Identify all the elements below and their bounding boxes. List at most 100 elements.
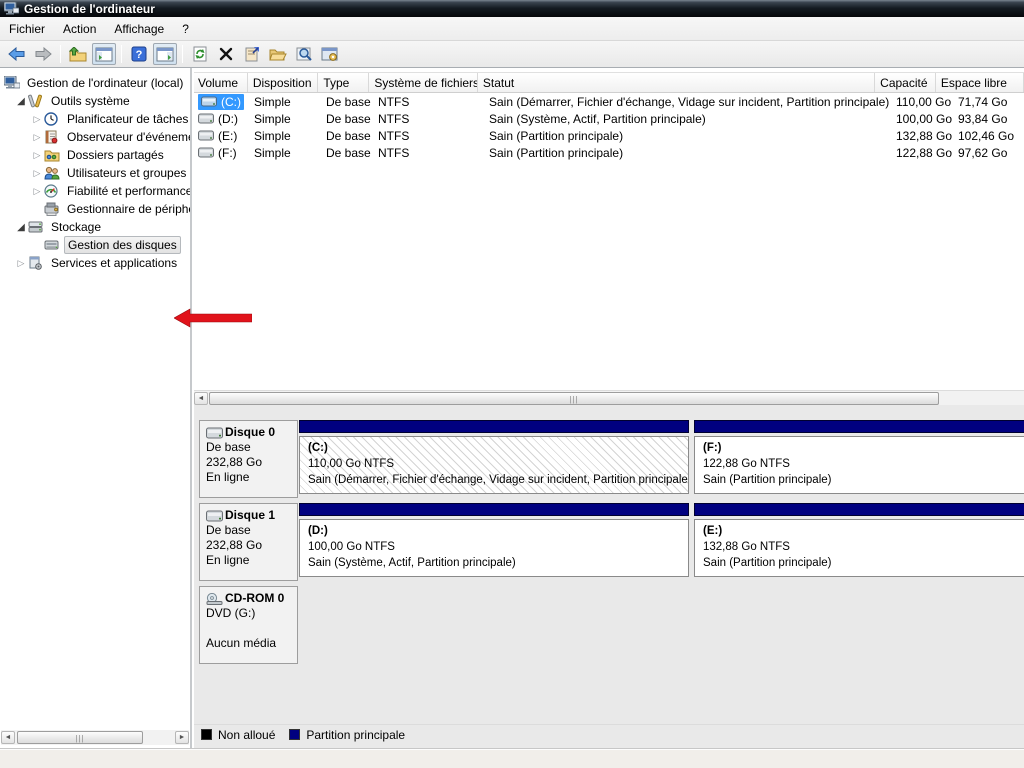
menu-affichage[interactable]: Affichage xyxy=(105,19,173,39)
tree-item-label: Utilisateurs et groupes locaux xyxy=(64,165,190,181)
volume-row-f[interactable]: (F:) Simple De base NTFS Sain (Partition… xyxy=(194,144,1024,161)
cdrom-label-block[interactable]: CD-ROM 0 DVD (G:) Aucun média xyxy=(199,586,298,664)
scrollbar-thumb[interactable]: ||| xyxy=(17,731,143,744)
tree-item-computer-management[interactable]: Gestion de l'ordinateur (local) xyxy=(0,74,190,92)
collapse-expander-icon[interactable]: ◢ xyxy=(14,222,28,233)
find-button[interactable] xyxy=(292,43,316,65)
scrollbar-grip: ||| xyxy=(569,395,578,404)
disk1-label-block[interactable]: Disque 1 De base 232,88 Go En ligne xyxy=(199,503,298,581)
tree-item-gestionnaire-de-peripheriques[interactable]: ▷ Gestionnaire de périphériques xyxy=(0,200,190,218)
tree-item-services-et-applications[interactable]: ▷ Services et applications xyxy=(0,254,190,272)
scroll-left-button[interactable]: ◄ xyxy=(1,731,15,744)
scroll-left-button[interactable]: ◄ xyxy=(194,392,208,405)
volume-row-c[interactable]: (C:) Simple De base NTFS Sain (Démarrer,… xyxy=(194,93,1024,110)
expand-expander-icon[interactable]: ▷ xyxy=(14,258,28,269)
console-tree-icon xyxy=(95,47,113,62)
properties-button[interactable] xyxy=(240,43,264,65)
window-computer-icon xyxy=(4,2,19,15)
partition-status: Sain (Partition principale) xyxy=(703,555,1024,571)
partition-size: 110,00 Go NTFS xyxy=(308,456,688,472)
cell-filesystem: NTFS xyxy=(373,146,484,160)
tree-item-planificateur-de-taches[interactable]: ▷ Planificateur de tâches xyxy=(0,110,190,128)
open-icon xyxy=(269,47,287,61)
partition-color-strip xyxy=(694,420,1024,433)
cell-disposition: Simple xyxy=(249,146,321,160)
column-header-type[interactable]: Type xyxy=(318,73,369,92)
volume-icon xyxy=(201,96,217,107)
partition-e[interactable]: (E:) 132,88 Go NTFS Sain (Partition prin… xyxy=(694,503,1024,581)
tree-hscrollbar[interactable]: ◄ ||| ► xyxy=(1,730,189,745)
menu-help[interactable]: ? xyxy=(173,19,198,39)
disk0-label-block[interactable]: Disque 0 De base 232,88 Go En ligne xyxy=(199,420,298,498)
column-header-filesystem[interactable]: Système de fichiers xyxy=(369,73,478,92)
menu-fichier[interactable]: Fichier xyxy=(0,19,54,39)
expand-expander-icon[interactable]: ▷ xyxy=(30,168,44,179)
expand-expander-icon[interactable]: ▷ xyxy=(30,114,44,125)
delete-button[interactable] xyxy=(214,43,238,65)
partition-f[interactable]: (F:) 122,88 Go NTFS Sain (Partition prin… xyxy=(694,420,1024,498)
cell-espace-libre: 93,84 Go xyxy=(953,112,1024,126)
help-icon: ? xyxy=(131,46,147,62)
volume-row-d[interactable]: (D:) Simple De base NTFS Sain (Système, … xyxy=(194,110,1024,127)
scrollbar-thumb[interactable]: ||| xyxy=(209,392,939,405)
column-header-disposition[interactable]: Disposition xyxy=(248,73,319,92)
disk-name: Disque 0 xyxy=(225,425,275,440)
services-icon xyxy=(28,256,44,270)
cell-filesystem: NTFS xyxy=(373,112,484,126)
tree-item-dossiers-partages[interactable]: ▷ Dossiers partagés xyxy=(0,146,190,164)
collapse-expander-icon[interactable]: ◢ xyxy=(14,96,28,107)
graphical-view: Disque 0 De base 232,88 Go En ligne (C:)… xyxy=(194,405,1024,748)
volume-row-e[interactable]: (E:) Simple De base NTFS Sain (Partition… xyxy=(194,127,1024,144)
legend-primary-partition-swatch xyxy=(289,729,300,740)
column-header-statut[interactable]: Statut xyxy=(478,73,875,92)
volume-icon xyxy=(198,130,214,141)
up-folder-icon xyxy=(69,47,87,62)
menu-action[interactable]: Action xyxy=(54,19,105,39)
tree-item-outils-systeme[interactable]: ◢ Outils système xyxy=(0,92,190,110)
partition-status: Sain (Partition principale) xyxy=(703,472,1024,488)
cell-espace-libre: 97,62 Go xyxy=(953,146,1024,160)
volume-name: (C:) xyxy=(221,95,241,109)
tree-item-observateur-evenements[interactable]: ▷ Observateur d'événements xyxy=(0,128,190,146)
partition-d[interactable]: (D:) 100,00 Go NTFS Sain (Système, Actif… xyxy=(299,503,689,581)
cell-statut: Sain (Démarrer, Fichier d'échange, Vidag… xyxy=(484,95,891,109)
tree-item-label: Stockage xyxy=(48,219,104,235)
computer-icon xyxy=(4,76,20,90)
expand-expander-icon[interactable]: ▷ xyxy=(30,132,44,143)
show-action-pane-button[interactable] xyxy=(153,43,177,65)
find-icon xyxy=(296,46,313,62)
disk-type: De base xyxy=(206,440,295,455)
expand-expander-icon[interactable]: ▷ xyxy=(30,186,44,197)
column-header-espace-libre[interactable]: Espace libre xyxy=(936,73,1024,92)
title-bar[interactable]: Gestion de l'ordinateur xyxy=(0,0,1024,17)
tools-icon xyxy=(28,94,44,108)
event-log-icon xyxy=(44,130,60,144)
delete-icon xyxy=(219,47,233,61)
forward-button[interactable] xyxy=(31,43,55,65)
up-folder-button[interactable] xyxy=(66,43,90,65)
legend-unallocated-swatch xyxy=(201,729,212,740)
customize-button[interactable] xyxy=(318,43,342,65)
tree-item-utilisateurs-et-groupes[interactable]: ▷ Utilisateurs et groupes locaux xyxy=(0,164,190,182)
expand-expander-icon[interactable]: ▷ xyxy=(30,150,44,161)
scroll-right-button[interactable]: ► xyxy=(175,731,189,744)
action-pane-icon xyxy=(156,47,174,62)
show-console-tree-button[interactable] xyxy=(92,43,116,65)
properties-icon xyxy=(244,46,260,62)
partition-label: (E:) xyxy=(703,523,1024,539)
help-button[interactable]: ? xyxy=(127,43,151,65)
toolbar-separator xyxy=(60,45,61,63)
tree-item-stockage[interactable]: ◢ Stockage xyxy=(0,218,190,236)
column-header-capacite[interactable]: Capacité xyxy=(875,73,936,92)
refresh-button[interactable] xyxy=(188,43,212,65)
open-button[interactable] xyxy=(266,43,290,65)
partition-c[interactable]: (C:) 110,00 Go NTFS Sain (Démarrer, Fich… xyxy=(299,420,689,498)
back-button[interactable] xyxy=(5,43,29,65)
volume-list-hscrollbar[interactable]: ◄ ||| xyxy=(194,390,1024,405)
tree-item-gestion-des-disques[interactable]: ▷ Gestion des disques xyxy=(0,236,190,254)
tree-item-fiabilite-et-performance[interactable]: ▷ Fiabilité et performance xyxy=(0,182,190,200)
disk-status: En ligne xyxy=(206,553,295,568)
disk-row-0: Disque 0 De base 232,88 Go En ligne (C:)… xyxy=(194,420,1024,498)
disk-management-pane: Volume Disposition Type Système de fichi… xyxy=(194,68,1024,748)
column-header-volume[interactable]: Volume xyxy=(194,73,248,92)
